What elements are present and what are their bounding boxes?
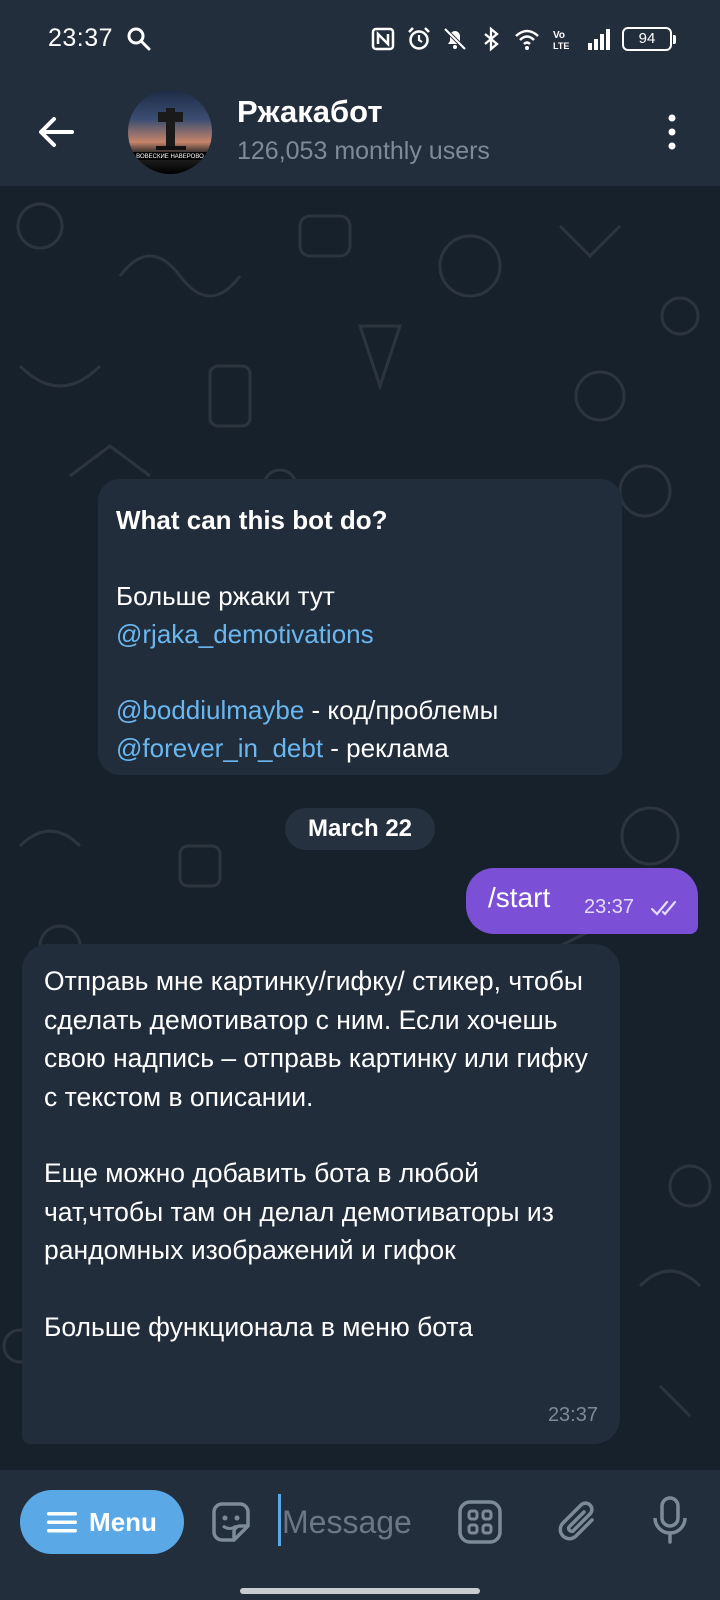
attach-paperclip-icon[interactable] [554, 1498, 602, 1546]
menu-button-label: Menu [89, 1506, 157, 1537]
menu-icon [47, 1512, 78, 1533]
alarm-icon [408, 27, 430, 50]
incoming-message-paragraph: Отправь мне картинку/гифку/ стикер, чтоб… [44, 966, 588, 1112]
chat-header: ВОВЕСКИЕ НАВЕРОВО Ржакабот 126,053 month… [0, 84, 720, 186]
incoming-message[interactable]: Отправь мне картинку/гифку/ стикер, чтоб… [22, 944, 620, 1444]
message-input[interactable] [282, 1500, 432, 1544]
status-icons: Vo LTE 94 [370, 24, 676, 54]
avatar-caption: ВОВЕСКИЕ НАВЕРОВО [136, 154, 204, 160]
bot-commands-grid-icon[interactable] [456, 1498, 504, 1546]
volte-icon: Vo LTE [553, 30, 569, 51]
outgoing-message-text: /start [488, 882, 551, 913]
microphone-icon[interactable] [650, 1494, 690, 1548]
more-options-icon[interactable] [664, 110, 680, 154]
chat-title[interactable]: Ржакабот [237, 94, 383, 130]
nfc-icon [371, 27, 395, 51]
svg-text:LTE: LTE [553, 41, 569, 51]
status-bar: 23:37 Vo LTE 94 [0, 0, 720, 84]
bot-info-question: What can this bot do? [116, 505, 388, 535]
double-check-icon [650, 900, 677, 916]
outgoing-message[interactable]: /start 23:37 [466, 868, 698, 934]
date-separator: March 22 [285, 808, 435, 850]
incoming-message-paragraph: Еще можно добавить бота в любой чат,чтоб… [44, 1158, 554, 1265]
incoming-message-time: 23:37 [547, 1403, 598, 1426]
signal-icon [588, 29, 610, 50]
battery-icon: 94 [622, 27, 676, 51]
developer-link-text: - код/проблемы [304, 695, 499, 725]
channel-link[interactable]: @rjaka_demotivations [116, 619, 374, 649]
bot-info-card: What can this bot do? Больше ржаки тут @… [98, 479, 622, 775]
bluetooth-icon [484, 26, 499, 52]
svg-text:Vo: Vo [553, 30, 565, 41]
back-arrow-icon[interactable] [34, 110, 78, 154]
mute-icon [443, 27, 467, 51]
avatar[interactable]: ВОВЕСКИЕ НАВЕРОВО [128, 90, 212, 174]
chat-subtitle: 126,053 monthly users [237, 137, 490, 165]
sticker-emoji-icon[interactable] [206, 1498, 254, 1546]
outgoing-message-time: 23:37 [584, 896, 635, 918]
wifi-icon [515, 29, 539, 50]
chat-area[interactable]: What can this bot do? Больше ржаки тут @… [0, 186, 720, 1470]
developer-link[interactable]: @boddiulmaybe [116, 695, 304, 725]
ads-link[interactable]: @forever_in_debt [116, 733, 323, 763]
avatar-image: ВОВЕСКИЕ НАВЕРОВО [132, 108, 208, 160]
ads-link-text: - реклама [323, 733, 449, 763]
home-indicator[interactable] [240, 1588, 480, 1594]
bot-menu-button[interactable]: Menu [20, 1490, 184, 1554]
bot-info-line: Больше ржаки тут [116, 581, 335, 611]
message-composer: Menu [0, 1470, 720, 1600]
status-time: 23:37 [48, 24, 114, 52]
incoming-message-paragraph: Больше функционала в меню бота [44, 1311, 473, 1342]
text-cursor [278, 1494, 281, 1546]
search-icon [127, 27, 151, 51]
